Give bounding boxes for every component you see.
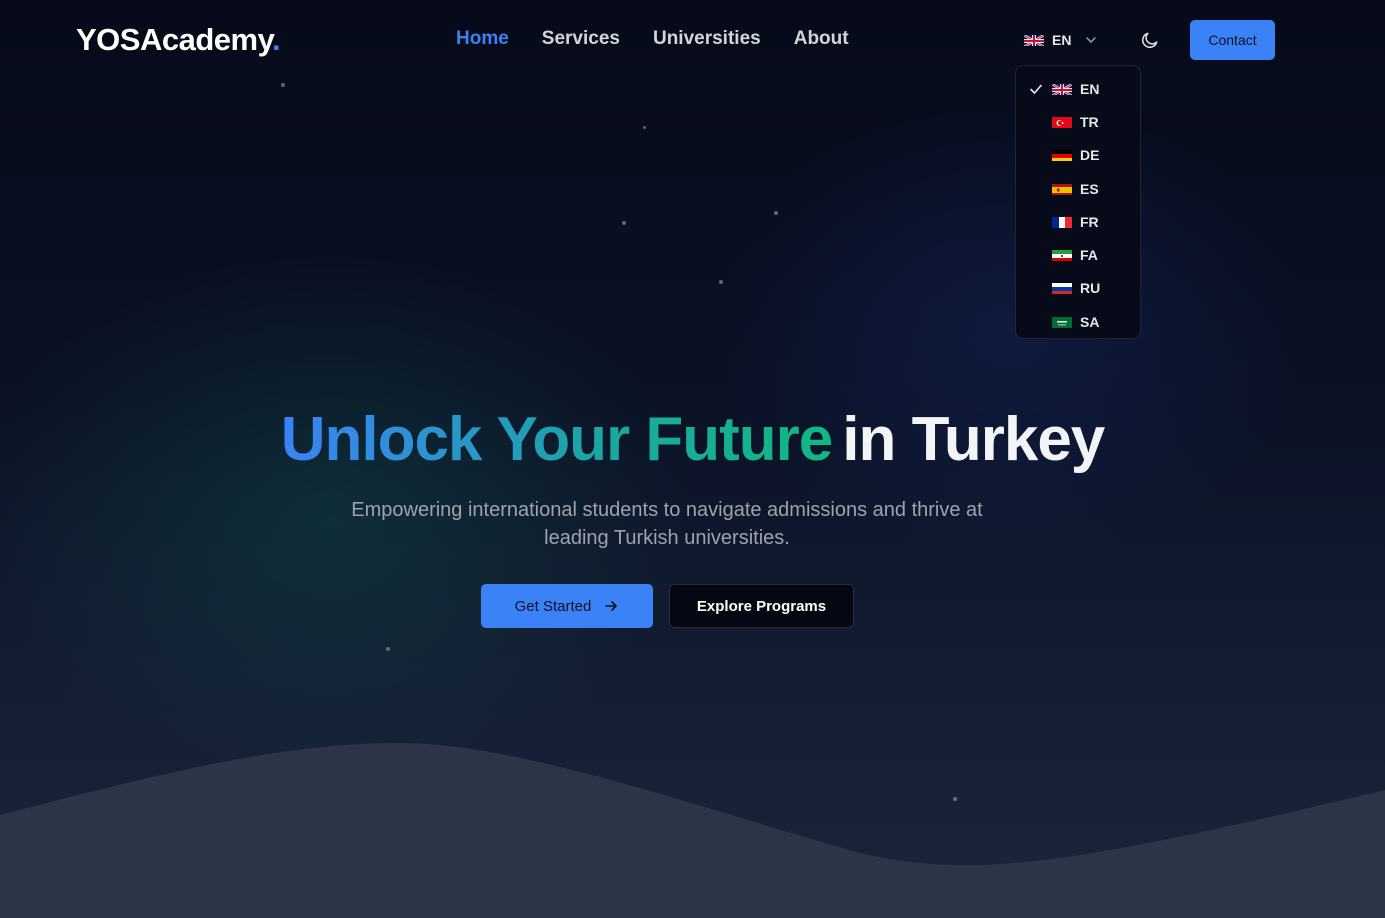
language-option-fr[interactable]: FR <box>1016 205 1140 238</box>
star-decoration <box>643 126 646 129</box>
nav-universities[interactable]: Universities <box>653 28 761 50</box>
hero-title-plain: in Turkey <box>842 405 1105 474</box>
get-started-label: Get Started <box>514 597 592 615</box>
uk-flag-icon <box>1024 34 1044 46</box>
language-option-fa[interactable]: FA <box>1016 238 1140 271</box>
brand-dot: . <box>272 22 281 57</box>
language-option-label: RU <box>1080 280 1101 297</box>
get-started-button[interactable]: Get Started <box>481 584 653 628</box>
france-flag-icon <box>1052 216 1072 228</box>
language-option-ru[interactable]: RU <box>1016 272 1140 305</box>
language-option-de[interactable]: DE <box>1016 139 1140 172</box>
language-option-label: SA <box>1080 313 1100 330</box>
iran-flag-icon <box>1052 249 1072 262</box>
hero-subtitle: Empowering international students to nav… <box>351 499 983 549</box>
language-option-label: TR <box>1080 113 1099 130</box>
explore-programs-button[interactable]: Explore Programs <box>669 584 854 628</box>
star-decoration <box>281 83 285 87</box>
moon-icon[interactable] <box>1140 30 1160 50</box>
wave-decoration <box>0 743 1385 918</box>
language-option-sa[interactable]: SA <box>1016 305 1140 338</box>
russia-flag-icon <box>1052 282 1072 295</box>
star-decoration <box>386 647 390 651</box>
language-option-label: FA <box>1080 247 1098 264</box>
chevron-down-icon <box>1086 37 1097 44</box>
uk-flag-icon <box>1052 82 1072 95</box>
germany-flag-icon <box>1052 149 1072 162</box>
hero-title: Unlock Your Future in Turkey <box>0 404 1385 475</box>
nav-home[interactable]: Home <box>456 28 509 50</box>
check-icon <box>1030 84 1042 94</box>
language-option-label: ES <box>1080 180 1099 197</box>
language-dropdown: EN TR DE ES FR FA RU SA <box>1015 65 1141 339</box>
saudi-arabia-flag-icon <box>1052 316 1072 328</box>
nav-about[interactable]: About <box>794 28 849 50</box>
brand-name: YOSAcademy <box>76 22 273 57</box>
arrow-right-icon <box>605 601 618 611</box>
main-nav: Home Services Universities About <box>456 28 849 50</box>
language-selector[interactable]: EN <box>1024 29 1097 51</box>
language-option-label: EN <box>1080 80 1100 97</box>
language-option-es[interactable]: ES <box>1016 172 1140 205</box>
brand-logo[interactable]: YOSAcademy. <box>76 22 281 58</box>
language-current: EN <box>1052 32 1072 48</box>
language-option-en[interactable]: EN <box>1016 72 1140 105</box>
nav-services[interactable]: Services <box>542 28 620 50</box>
star-decoration <box>622 221 626 225</box>
hero-title-highlight: Unlock Your Future <box>280 405 834 474</box>
language-option-tr[interactable]: TR <box>1016 105 1140 138</box>
language-option-label: DE <box>1080 147 1100 164</box>
star-decoration <box>719 280 723 284</box>
contact-button[interactable]: Contact <box>1190 20 1275 60</box>
turkey-flag-icon <box>1052 116 1072 128</box>
spain-flag-icon <box>1052 183 1072 195</box>
language-option-label: FR <box>1080 213 1099 230</box>
star-decoration <box>774 211 778 215</box>
